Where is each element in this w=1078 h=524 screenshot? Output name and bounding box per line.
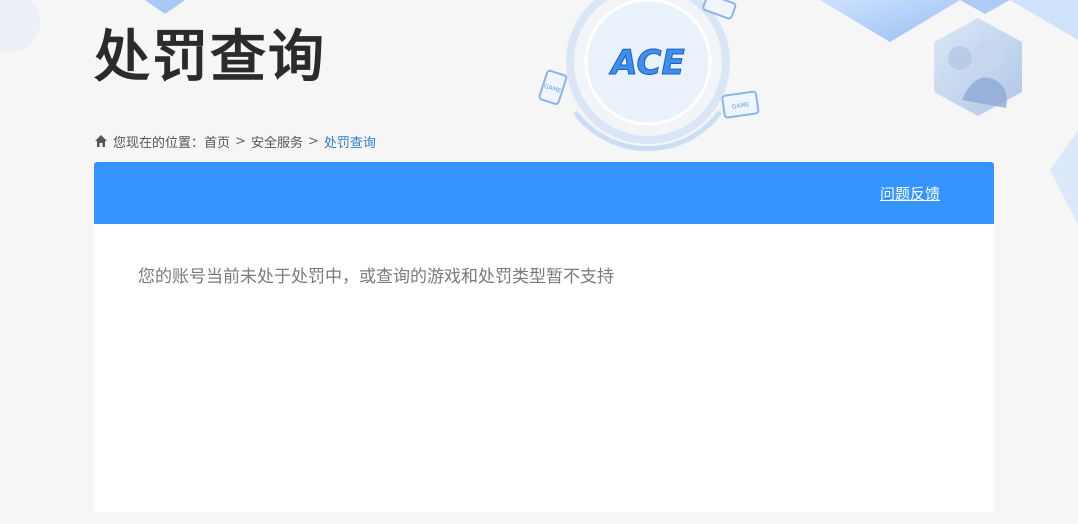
breadcrumb-separator: > [307,133,319,149]
ace-logo: ACE [608,43,685,84]
result-banner: 问题反馈 [94,162,994,224]
character-hexagon [934,18,1022,116]
logo-text: ACE [608,43,684,83]
feedback-link[interactable]: 问题反馈 [880,183,940,204]
breadcrumb-security-link[interactable]: 安全服务 [251,132,303,151]
result-panel: 您的账号当前未处于处罚中，或查询的游戏和处罚类型暂不支持 [94,224,994,512]
breadcrumb: 您现在的位置： 首页 > 安全服务 > 处罚查询 [94,131,376,151]
breadcrumb-separator: > [235,133,246,149]
breadcrumb-prefix: 您现在的位置： [113,135,205,151]
breadcrumb-current: 处罚查询 [323,135,376,151]
page-title: 处罚查询 [94,25,326,90]
result-message: 您的账号当前未处于处罚中，或查询的游戏和处罚类型暂不支持 [138,267,614,287]
breadcrumb-home-link[interactable]: 首页 [204,132,230,151]
home-icon [95,135,107,147]
